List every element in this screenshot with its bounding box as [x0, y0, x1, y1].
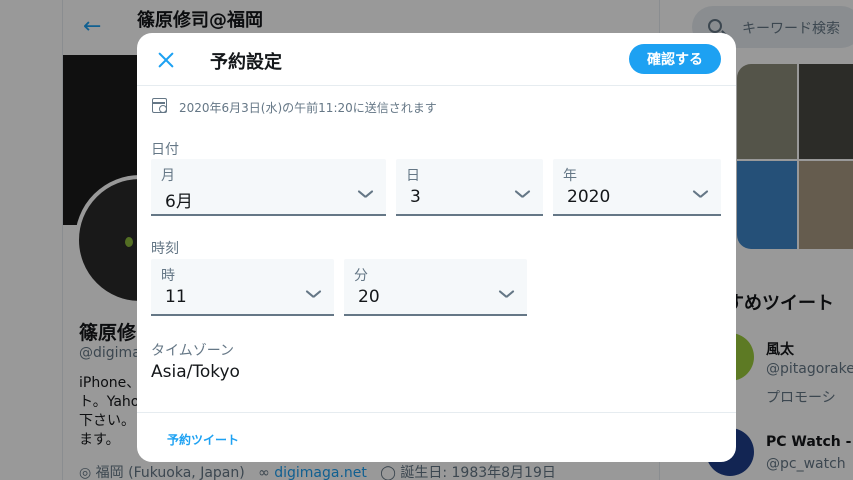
schedule-notice-text: 2020年6月3日(水)の午前11:20に送信されます — [179, 101, 437, 115]
chevron-down-icon — [515, 188, 529, 202]
schedule-dialog: 予約設定 確認する 2020年6月3日(水)の午前11:20に送信されます 日付… — [137, 33, 736, 462]
hour-value: 11 — [165, 287, 187, 307]
month-select[interactable]: 月 6月 — [151, 159, 386, 216]
year-label: 年 — [563, 168, 577, 184]
scheduled-tweets-link[interactable]: 予約ツイート — [167, 431, 239, 448]
time-section-label: 時刻 — [151, 241, 179, 257]
schedule-notice: 2020年6月3日(水)の午前11:20に送信されます — [152, 97, 712, 117]
dialog-header: 予約設定 確認する — [137, 33, 736, 86]
day-value: 3 — [410, 187, 421, 207]
dialog-title: 予約設定 — [210, 52, 282, 73]
year-value: 2020 — [567, 187, 611, 207]
chevron-down-icon — [499, 288, 513, 302]
confirm-button[interactable]: 確認する — [629, 44, 721, 74]
timezone-value: Asia/Tokyo — [151, 362, 240, 382]
chevron-down-icon — [358, 188, 372, 202]
hour-select[interactable]: 時 11 — [151, 259, 334, 316]
dialog-footer: 予約ツイート — [137, 412, 736, 462]
month-value: 6月 — [165, 192, 193, 212]
hour-label: 時 — [161, 268, 175, 284]
chevron-down-icon — [306, 288, 320, 302]
close-icon[interactable] — [151, 45, 181, 75]
minute-select[interactable]: 分 20 — [344, 259, 527, 316]
day-label: 日 — [406, 168, 420, 184]
chevron-down-icon — [693, 188, 707, 202]
minute-value: 20 — [358, 287, 380, 307]
day-select[interactable]: 日 3 — [396, 159, 543, 216]
date-section-label: 日付 — [151, 142, 179, 158]
year-select[interactable]: 年 2020 — [553, 159, 721, 216]
month-label: 月 — [161, 168, 175, 184]
minute-label: 分 — [354, 268, 368, 284]
calendar-clock-icon — [152, 98, 167, 113]
timezone-label: タイムゾーン — [151, 343, 235, 359]
